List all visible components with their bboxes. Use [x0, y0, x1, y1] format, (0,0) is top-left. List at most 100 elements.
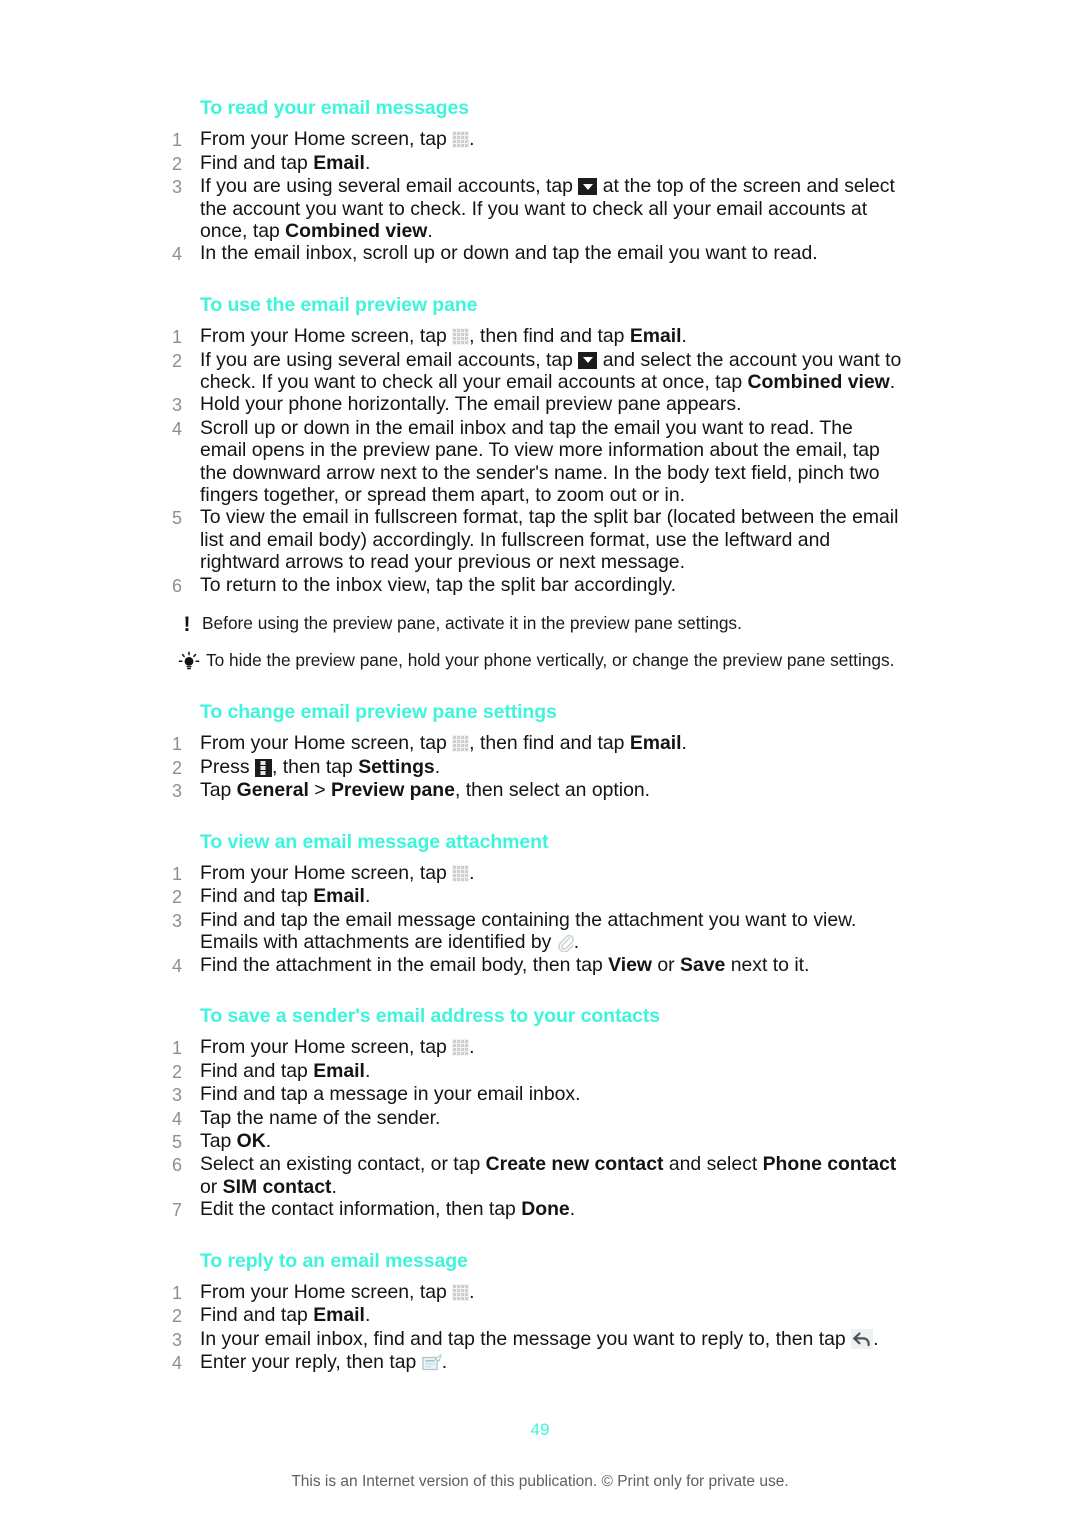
step-item: 4 In the email inbox, scroll up or down a… [172, 242, 902, 265]
dropdown-icon [578, 351, 598, 369]
step-number: 2 [172, 757, 183, 778]
step-item: 6 Select an existing contact, or tap Crea… [172, 1153, 902, 1198]
lightbulb-icon [178, 651, 200, 673]
step-number: 3 [172, 781, 183, 802]
step-number: 5 [172, 508, 183, 529]
section-heading: To change email preview pane settings [200, 701, 557, 724]
step-item: 4 Scroll up or down in the email inbox an… [172, 417, 902, 507]
step-list: 1 From your Home screen, tap , then find … [172, 325, 902, 597]
step-text: Find and tap the email message containin… [200, 908, 857, 954]
callout-text: Before using the preview pane, activate … [202, 613, 742, 634]
step-number: 7 [172, 1200, 183, 1221]
step-number: 2 [172, 350, 183, 371]
procedure-section: To view an email message attachment 1 From… [172, 830, 902, 977]
step-number: 1 [172, 327, 183, 348]
dropdown-icon [578, 178, 598, 196]
step-list: 1 From your Home screen, tap . 2 Find and t… [172, 862, 902, 977]
send-icon [422, 1354, 442, 1371]
step-item: 4 Tap the name of the sender. [172, 1107, 902, 1130]
step-item: 5 Tap OK. [172, 1130, 902, 1153]
step-text: Tap General > Preview pane, then select … [200, 779, 651, 802]
footer-copyright-note: This is an Internet version of this publ… [291, 1473, 789, 1490]
section-heading: To view an email message attachment [200, 830, 549, 853]
step-item: 3 Hold your phone horizontally. The email… [172, 393, 902, 416]
step-item: 3 Find and tap the email message containi… [172, 909, 902, 954]
step-number: 3 [172, 910, 183, 931]
procedure-section: To read your email messages 1 From your Ho… [172, 96, 902, 266]
step-number: 2 [172, 1306, 183, 1327]
app-grid-icon [452, 131, 470, 149]
step-number: 1 [172, 864, 183, 885]
tip-callout: To hide the preview pane, hold your phon… [172, 650, 902, 673]
step-item: 4 Find the attachment in the email body, … [172, 954, 902, 977]
step-text: From your Home screen, tap . [200, 1281, 475, 1304]
page-content: To read your email messages 1 From your Ho… [172, 96, 902, 1375]
emphasis-term: Settings [358, 755, 435, 778]
step-text: Find and tap Email. [200, 1059, 371, 1082]
procedure-section: To reply to an email message 1 From your H… [172, 1249, 902, 1375]
step-number: 4 [172, 418, 183, 439]
emphasis-term: SIM contact [222, 1175, 332, 1198]
step-item: 2 Find and tap Email. [172, 1304, 902, 1327]
step-number: 2 [172, 887, 183, 908]
procedure-section: To save a sender's email address to your… [172, 1004, 902, 1222]
emphasis-term: Email [313, 151, 365, 174]
step-item: 3 If you are using several email accounts… [172, 175, 902, 242]
step-number: 2 [172, 153, 183, 174]
step-text: Find and tap Email. [200, 885, 371, 908]
step-text: From your Home screen, tap , then find a… [200, 325, 687, 348]
step-item: 6 To return to the inbox view, tap the sp… [172, 574, 902, 597]
step-text: To view the email in fullscreen format, … [200, 506, 899, 574]
step-number: 1 [172, 1283, 183, 1304]
step-item: 2 Find and tap Email. [172, 885, 902, 908]
emphasis-term: Done [521, 1198, 570, 1221]
step-item: 2 Press , then tap Settings. [172, 756, 902, 779]
emphasis-term: View [608, 953, 653, 976]
step-number: 3 [172, 1329, 183, 1350]
step-list: 1 From your Home screen, tap . 2 Find and t… [172, 128, 902, 265]
emphasis-term: Phone contact [762, 1153, 897, 1176]
step-item: 3 In your email inbox, find and tap the m… [172, 1328, 902, 1351]
emphasis-term: Email [313, 1304, 365, 1327]
callout-icon-wrapper [172, 650, 206, 673]
emphasis-term: OK [236, 1130, 266, 1153]
step-number: 6 [172, 575, 183, 596]
step-text: Find and tap Email. [200, 1304, 371, 1327]
step-list: 1 From your Home screen, tap . 2 Find and t… [172, 1281, 902, 1375]
step-list: 1 From your Home screen, tap , then find … [172, 732, 902, 802]
step-item: 4 Enter your reply, then tap . [172, 1351, 902, 1374]
step-item: 2 Find and tap Email. [172, 1060, 902, 1083]
step-text: Tap the name of the sender. [200, 1106, 441, 1129]
note-callout: ! Before using the preview pane, activate… [172, 613, 902, 635]
step-item: 7 Edit the contact information, then tap … [172, 1198, 902, 1221]
step-text: Tap OK. [200, 1130, 272, 1153]
step-item: 1 From your Home screen, tap . [172, 862, 902, 885]
emphasis-term: Create new contact [485, 1153, 664, 1176]
step-text: Find and tap a message in your email inb… [200, 1083, 581, 1106]
app-grid-icon [452, 1039, 470, 1057]
step-number: 4 [172, 1108, 183, 1129]
app-grid-icon [452, 1284, 470, 1302]
step-number: 2 [172, 1061, 183, 1082]
section-heading: To save a sender's email address to your… [200, 1005, 660, 1028]
emphasis-term: Combined view [747, 371, 890, 393]
emphasis-term: Save [680, 953, 726, 976]
app-grid-icon [452, 328, 470, 346]
step-item: 1 From your Home screen, tap . [172, 1281, 902, 1304]
step-number: 6 [172, 1155, 183, 1176]
emphasis-term: General [236, 779, 309, 802]
callout-text: To hide the preview pane, hold your phon… [206, 650, 895, 671]
section-heading: To reply to an email message [200, 1249, 468, 1272]
paperclip-icon [557, 934, 574, 953]
step-item: 1 From your Home screen, tap . [172, 128, 902, 151]
step-text: In your email inbox, find and tap the me… [200, 1327, 879, 1350]
emphasis-term: Combined view [285, 220, 428, 242]
step-text: From your Home screen, tap . [200, 1036, 475, 1059]
step-text: To return to the inbox view, tap the spl… [200, 573, 677, 596]
step-text: Enter your reply, then tap . [200, 1351, 448, 1374]
section-heading: To read your email messages [200, 97, 469, 119]
page-number: 49 [530, 1420, 550, 1439]
step-number: 1 [172, 130, 183, 151]
step-item: 5 To view the email in fullscreen format,… [172, 506, 902, 573]
step-item: 1 From your Home screen, tap . [172, 1036, 902, 1059]
